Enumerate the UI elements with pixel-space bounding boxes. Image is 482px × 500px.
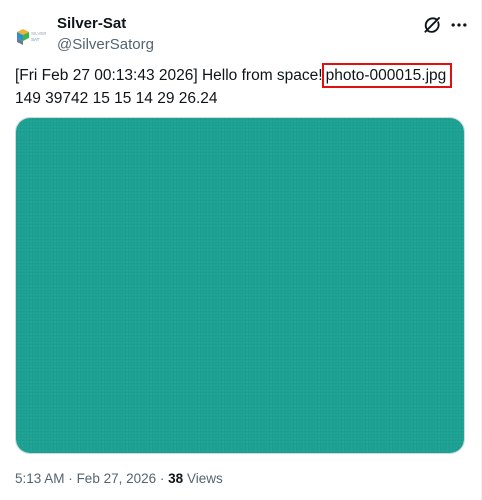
display-name[interactable]: Silver-Sat: [57, 15, 126, 33]
user-handle[interactable]: @SilverSatorg: [57, 36, 154, 54]
highlighted-filename: photo-000015.jpg: [321, 63, 453, 88]
grok-button[interactable]: [419, 12, 445, 38]
views-label: Views: [186, 471, 223, 486]
tweet-text: [Fri Feb 27 00:13:43 2026] Hello from sp…: [15, 63, 475, 110]
timestamp-link[interactable]: 5:13 AM · Feb 27, 2026: [15, 471, 156, 486]
tweet-post: SILVER SAT Silver-Sat @SilverSatorg [Fri…: [0, 0, 482, 500]
avatar[interactable]: SILVER SAT: [14, 21, 47, 53]
meta-separator-2: ·: [159, 471, 165, 486]
tweet-text-line-1: [Fri Feb 27 00:13:43 2026] Hello from sp…: [15, 63, 475, 88]
avatar-logo-text-bottom: SAT: [31, 37, 40, 42]
more-options-button[interactable]: [446, 12, 472, 38]
tweet-text-prefix: [Fri Feb 27 00:13:43 2026] Hello from sp…: [15, 67, 323, 84]
silversat-logo-icon: SILVER SAT: [14, 21, 47, 53]
tweet-media-image[interactable]: [15, 117, 465, 454]
grok-icon: [424, 17, 440, 33]
tweet-time: 5:13 AM: [15, 471, 65, 486]
tweet-text-line-2: 149 39742 15 15 14 29 26.24: [15, 90, 218, 107]
views-link[interactable]: 38 Views: [168, 471, 223, 486]
tweet-date: Feb 27, 2026: [76, 471, 157, 486]
more-horizontal-icon: [451, 23, 467, 27]
views-count: 38: [168, 471, 184, 486]
meta-separator: ·: [68, 471, 73, 486]
tweet-meta: 5:13 AM · Feb 27, 2026 · 38 Views: [15, 470, 223, 488]
author-info: Silver-Sat @SilverSatorg: [57, 14, 337, 54]
avatar-logo-text-top: SILVER: [31, 31, 46, 36]
teal-photo: [16, 118, 464, 453]
